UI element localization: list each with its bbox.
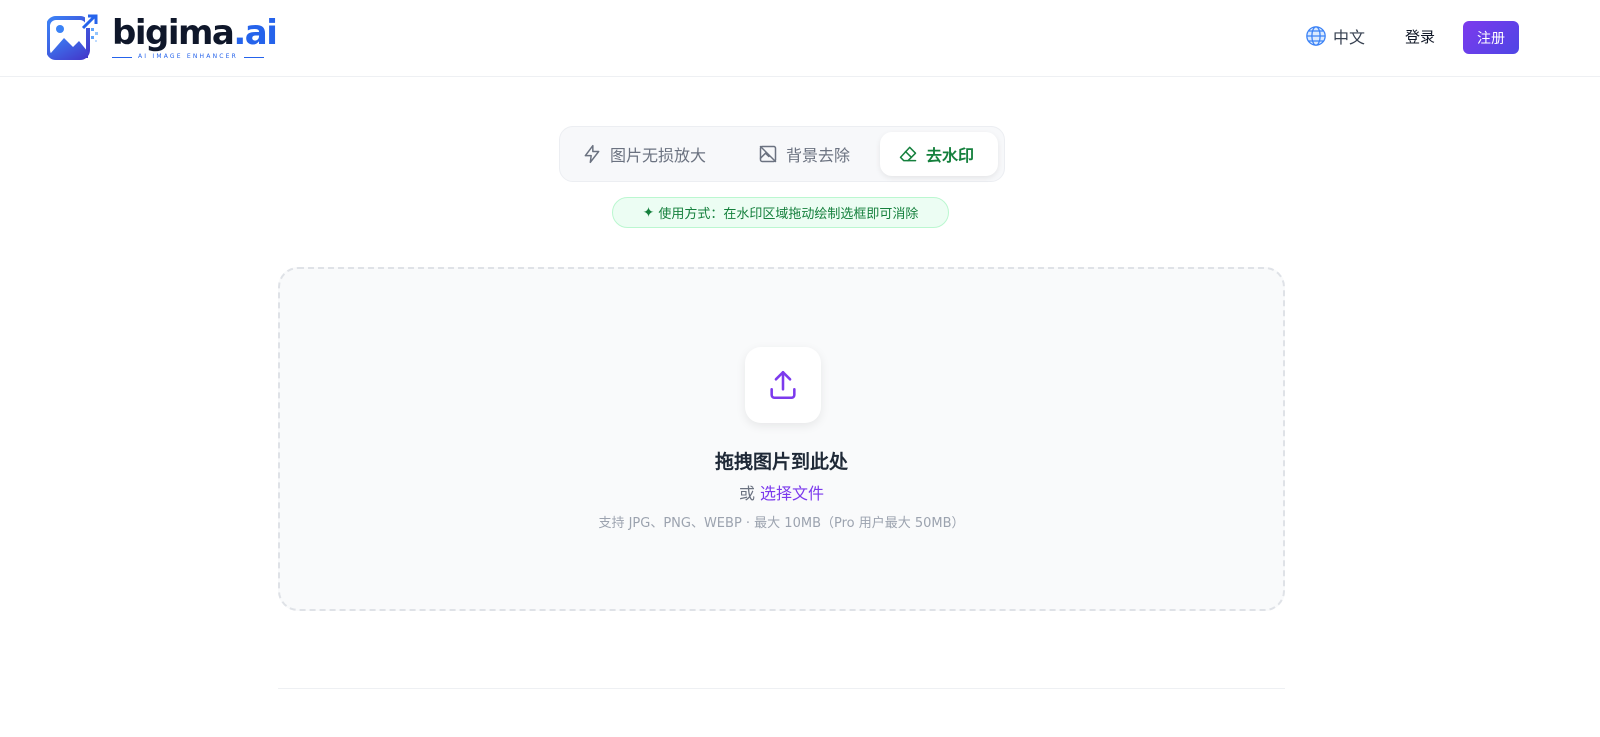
brand-tagline: AI IMAGE ENHANCER <box>112 53 276 61</box>
signup-button[interactable]: 注册 <box>1463 21 1519 54</box>
lightning-icon <box>584 144 600 164</box>
login-link[interactable]: 登录 <box>1405 26 1435 47</box>
eraser-icon <box>899 146 917 162</box>
brand-wordmark: bigima.ai AI IMAGE ENHANCER <box>112 13 278 61</box>
image-enhance-logo-icon <box>47 14 99 60</box>
tagline-text: AI IMAGE ENHANCER <box>138 53 239 60</box>
dropzone-title: 拖拽图片到此处 <box>714 451 848 473</box>
tab-upscale[interactable]: 图片无损放大 <box>582 132 706 176</box>
section-divider <box>278 688 1285 689</box>
tagline-rule-right <box>244 56 265 58</box>
brand-logo[interactable]: bigima.ai AI IMAGE ENHANCER <box>47 13 278 65</box>
usage-hint-badge: ✦ 使用方式：在水印区域拖动绘制选框即可消除 <box>612 197 949 228</box>
choose-file-link[interactable]: 选择文件 <box>760 484 824 503</box>
upload-dropzone[interactable]: 拖拽图片到此处 或 选择文件 支持 JPG、PNG、WEBP · 最大 10MB… <box>278 267 1285 611</box>
sparkle-icon: ✦ <box>642 204 655 221</box>
brand-name-suffix: .ai <box>233 13 278 53</box>
upload-button[interactable] <box>745 347 821 423</box>
globe-icon <box>1306 26 1326 46</box>
tab-background-removal[interactable]: 背景去除 <box>758 132 850 176</box>
language-label: 中文 <box>1333 28 1366 47</box>
tab-background-removal-label: 背景去除 <box>786 146 851 165</box>
tagline-rule-left <box>112 56 132 58</box>
brand-name-main: bigima <box>112 13 235 53</box>
upload-icon <box>770 370 796 400</box>
tab-watermark-removal-label: 去水印 <box>926 146 975 165</box>
or-text: 或 <box>738 484 755 503</box>
dropzone-choose-row: 或 选择文件 <box>280 480 1283 504</box>
top-header: bigima.ai AI IMAGE ENHANCER 中文 登录 注册 <box>0 0 1600 77</box>
tab-upscale-label: 图片无损放大 <box>610 146 707 165</box>
tab-watermark-removal[interactable]: 去水印 <box>880 132 998 176</box>
file-requirements-note: 支持 JPG、PNG、WEBP · 最大 10MB（Pro 用户最大 50MB） <box>598 516 965 531</box>
language-switcher[interactable]: 中文 <box>1305 24 1365 48</box>
brand-name: bigima.ai <box>112 13 278 53</box>
no-image-icon <box>759 145 777 163</box>
usage-hint-text: 使用方式：在水印区域拖动绘制选框即可消除 <box>658 207 919 222</box>
mode-tabs: 图片无损放大 背景去除 去水印 <box>559 126 1005 182</box>
